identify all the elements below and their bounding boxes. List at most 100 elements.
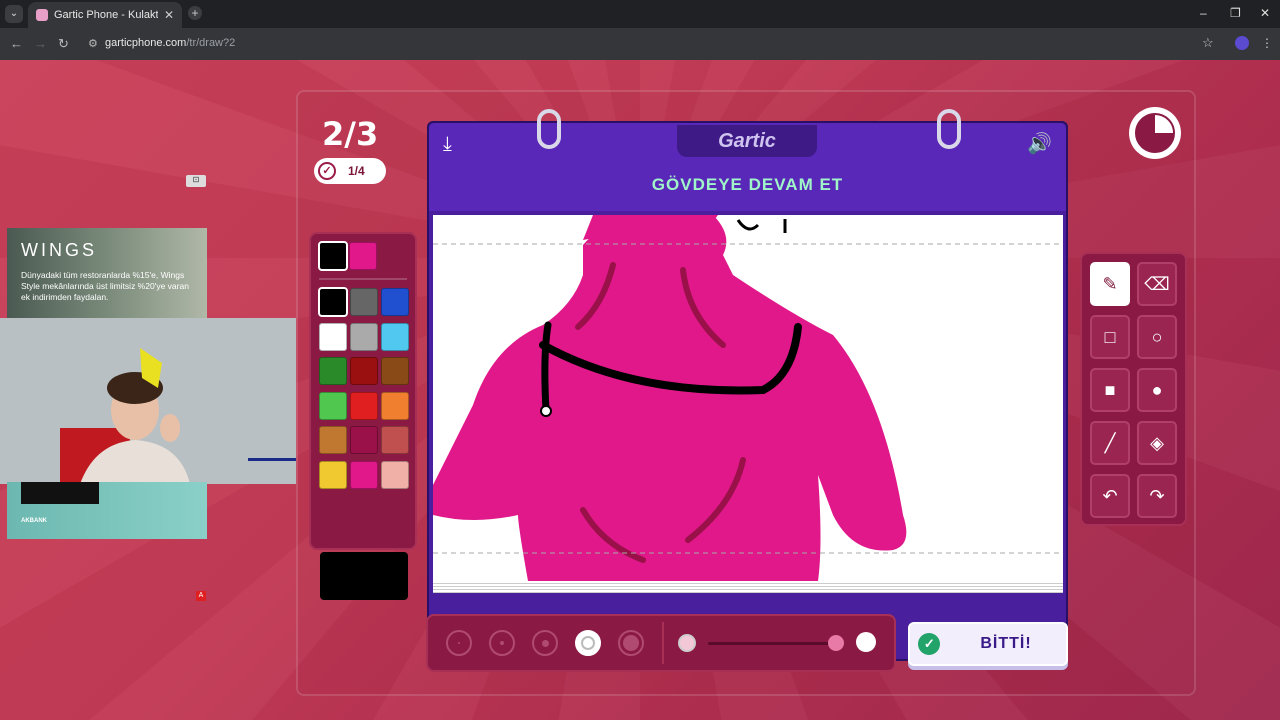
color-swatch[interactable] [350,391,378,420]
timer-dial [1135,113,1175,153]
minimize-icon[interactable]: – [1200,6,1207,20]
ad2-brand: AKBANK [21,518,47,524]
profile-avatar[interactable] [1235,36,1249,50]
ad-bar [21,482,99,504]
undo-icon[interactable]: ↶ [1090,474,1130,518]
color-swatch[interactable] [381,460,409,489]
primary-color-swatch[interactable] [318,241,348,271]
overlay-icon: ⊡ [186,175,206,187]
brush-cursor [540,405,552,417]
color-swatch[interactable] [350,460,378,489]
brush-size-3[interactable] [532,630,558,656]
bookmark-star-icon[interactable]: ☆ [1202,35,1214,51]
browser-toolbar: ← → ↻ ⚙ garticphone.com/tr/draw?2 ☆ ⋮ [0,28,1280,60]
secondary-color-swatch[interactable] [349,242,377,270]
forward-icon[interactable]: → [34,36,47,51]
sound-icon[interactable]: 🔊 [1027,131,1052,156]
brush-size-2[interactable] [489,630,515,656]
sponsor-ad: WINGS Dünyadaki tüm restoranlarda %15'e,… [7,228,207,318]
opacity-max-icon [856,632,876,652]
new-tab-button[interactable]: + [188,6,202,20]
progress-pill: ✓ 1/4 [314,158,386,184]
color-swatch[interactable] [350,357,378,385]
close-window-icon[interactable]: ✕ [1260,6,1270,20]
round-counter: 2/3 [322,115,379,153]
url-path: /tr/draw?2 [186,37,236,49]
site-info-icon[interactable]: ⚙ [88,37,98,50]
bank-ad: AKBANK [7,482,207,539]
check-icon: ✓ [318,162,336,180]
opacity-slider[interactable] [708,642,838,645]
redo-icon[interactable]: ↷ [1137,474,1177,518]
color-swatch[interactable] [319,391,347,420]
color-swatch[interactable] [350,288,378,316]
tab-title: Gartic Phone - Kulaktan Kulağa [54,9,158,21]
color-palette [309,232,417,600]
drawing-svg [433,215,1063,581]
browser-tabstrip: ⌄ Gartic Phone - Kulaktan Kulağa ✕ + – ❐… [0,0,1280,28]
webcam-overlay [0,318,296,484]
back-icon[interactable]: ← [10,36,23,51]
color-swatch[interactable] [381,288,409,316]
color-swatch[interactable] [381,391,409,420]
color-swatch[interactable] [319,322,347,351]
rect-filled-icon[interactable]: ■ [1090,368,1130,412]
brush-size-1[interactable] [446,630,472,656]
done-button[interactable]: ✓ BİTTİ! [908,622,1068,666]
line-icon[interactable]: ╱ [1090,421,1130,465]
color-swatch[interactable] [381,322,409,351]
drawing-canvas[interactable] [433,215,1063,581]
drawing-board: Gartic ⤓ 🔊 GÖVDEYE DEVAM ET [427,109,1068,661]
drawing-prompt: GÖVDEYE DEVAM ET [651,175,844,194]
paper-edge [433,581,1063,593]
black-outline-stroke [541,321,552,414]
color-swatch[interactable] [350,322,378,351]
gartic-favicon-icon [36,9,48,21]
browser-menu-icon[interactable]: ⋮ [1261,36,1273,50]
tool-panel: ✎ ⌫ □ ○ ■ ● ╱ ◈ ↶ ↷ [1080,252,1187,526]
browser-tab[interactable]: Gartic Phone - Kulaktan Kulağa ✕ [28,2,182,28]
color-swatch[interactable] [319,460,347,489]
bar-divider [662,622,664,664]
brush-size-4[interactable] [575,630,601,656]
brush-settings-bar [426,614,896,672]
rect-outline-icon[interactable]: □ [1090,315,1130,359]
fill-bucket-icon[interactable]: ◈ [1137,421,1177,465]
check-icon: ✓ [918,633,941,655]
circle-filled-icon[interactable]: ● [1137,368,1177,412]
tab-search-button[interactable]: ⌄ [5,5,23,23]
opacity-slider-handle[interactable] [828,635,844,651]
color-swatch[interactable] [318,287,348,317]
address-bar[interactable]: ⚙ garticphone.com/tr/draw?2 [80,32,1230,56]
binder-ring-right [937,109,961,149]
color-swatch[interactable] [350,426,378,454]
color-swatch[interactable] [381,426,409,454]
brush-size-5[interactable] [618,630,644,656]
color-swatch[interactable] [319,426,347,454]
webcam-figure [0,318,296,484]
ad-text: Dünyadaki tüm restoranlarda %15'e, Wings… [21,270,189,302]
game-page: 2/3 ✓ 1/4 Gartic ⤓ 🔊 GÖVDEYE DEVAM ET ✎ … [0,60,1280,720]
badge-icon: A [196,591,206,601]
binder-ring-left [537,109,561,149]
eraser-icon[interactable]: ⌫ [1137,262,1177,306]
gartic-logo: Gartic [677,125,817,157]
done-label: BİTTİ! [980,635,1032,652]
close-tab-icon[interactable]: ✕ [164,8,174,22]
progress-text: 1/4 [348,164,365,178]
reload-icon[interactable]: ↻ [58,36,69,52]
palette-divider [319,278,407,280]
circle-outline-icon[interactable]: ○ [1137,315,1177,359]
black-outline-stroke [736,219,760,231]
opacity-min-icon [678,634,696,652]
color-swatch[interactable] [381,357,409,385]
round-timer [1129,107,1181,159]
board-header: Gartic ⤓ 🔊 GÖVDEYE DEVAM ET [429,123,1066,211]
pink-body-shape [433,215,907,581]
color-swatch[interactable] [319,357,347,385]
restore-icon[interactable]: ❐ [1230,6,1241,20]
url-host: garticphone.com [105,37,187,49]
pencil-icon[interactable]: ✎ [1090,262,1130,306]
download-icon[interactable]: ⤓ [443,133,452,156]
ad-brand: WINGS [21,240,97,260]
